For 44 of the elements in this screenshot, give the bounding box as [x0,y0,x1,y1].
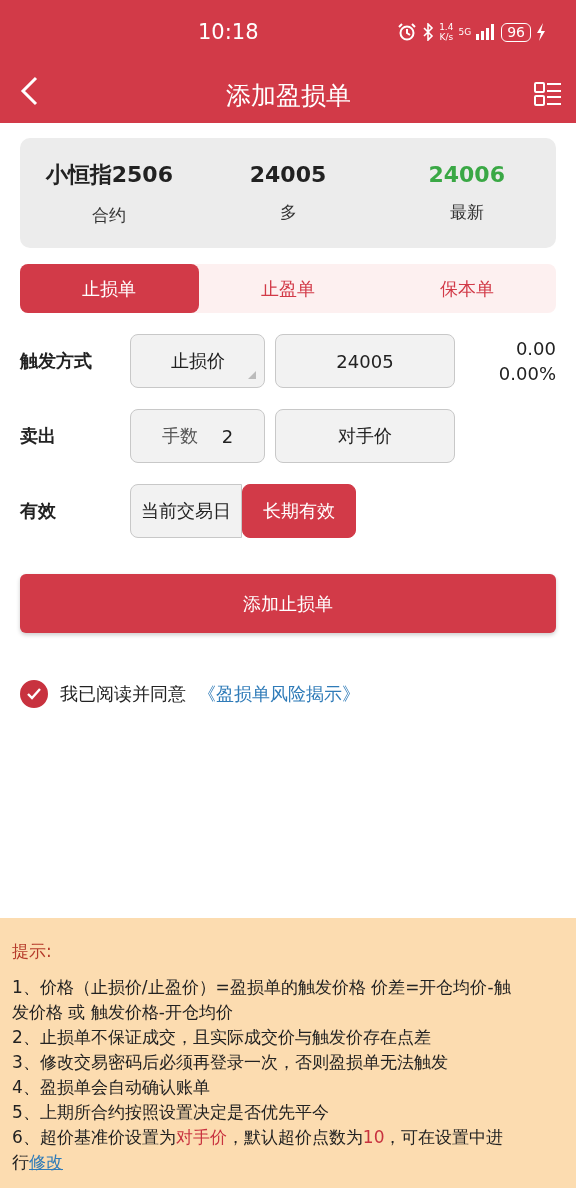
tip-text: 4、盈损单会自动确认账单 [12,1076,211,1099]
validity-option[interactable]: 长期有效 [242,484,356,538]
check-icon [27,688,41,700]
validity-option[interactable]: 当前交易日 [130,484,242,538]
quote-value: 24005 [249,162,327,187]
network-speed: 1.4 K/s [439,22,454,42]
trigger-select[interactable]: 止损价 [130,334,265,388]
price-diff: 0.00 [515,337,556,361]
field-label: 触发方式 [20,349,93,373]
list-menu-icon[interactable] [534,82,562,106]
price-type-button[interactable]: 对手价 [275,409,455,463]
battery-level: 96 [501,22,531,42]
agree-checkbox[interactable] [20,680,48,708]
agreement-text: 我已阅读并同意 [60,682,186,706]
alarm-icon [397,22,418,42]
bluetooth-icon [422,23,435,41]
modify-link[interactable]: 修改 [29,1152,63,1172]
order-type-tab[interactable]: 止损单 [20,264,199,313]
quote-label: 最新 [449,201,484,224]
tip-text: 5、上期所合约按照设置决定是否优先平今 [12,1101,330,1124]
page-title: 添加盈损单 [225,80,351,112]
risk-disclosure-link[interactable]: 《盈损单风险揭示》 [198,682,360,706]
submit-button[interactable]: 添加止损单 [20,574,556,633]
tip-text: 3、修改交易密码后必须再登录一次，否则盈损单无法触发 [12,1051,449,1074]
status-time: 10:18 [198,20,259,44]
back-icon[interactable] [20,76,38,106]
tips-title: 提示: [12,940,53,963]
price-diff-percent: 0.00% [498,362,556,386]
quantity-field[interactable]: 手数 2 [130,409,265,463]
quote-label: 合约 [92,203,127,227]
quote-value: 小恒指2506 [45,160,173,189]
quote-label: 多 [279,201,297,224]
field-label: 卖出 [20,424,57,448]
field-label: 有效 [20,499,57,523]
signal-icon [476,24,497,40]
quote-value: 24006 [428,162,505,187]
network-type: 5G [458,27,472,37]
tip-text: 2、止损单不保证成交，且实际成交价与触发价存在点差 [12,1026,432,1049]
tip-text: 6、超价基准价设置为对手价，默认超价点数为10，可在设置中进行修改 [12,1126,505,1174]
order-type-tab[interactable]: 保本单 [377,264,556,313]
price-field[interactable]: 24005 [275,334,455,388]
tip-text: 1、价格（止损价/止盈价）=盈损单的触发价格 价差=开仓均价-触发价格 或 触发价格-开仓均价 [12,976,512,1024]
charging-icon [536,23,546,41]
order-type-tab[interactable]: 止盈单 [198,264,378,313]
